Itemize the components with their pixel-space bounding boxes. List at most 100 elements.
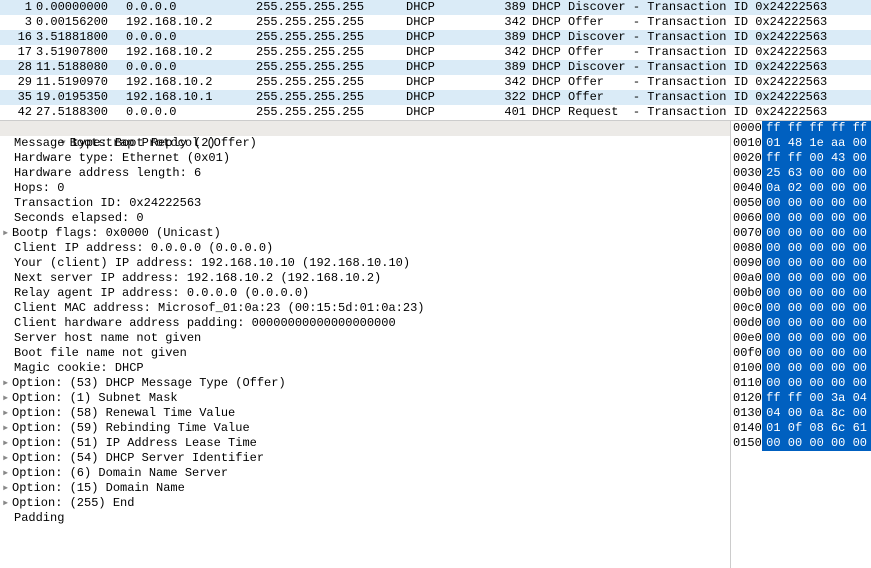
col-protocol: DHCP [406, 30, 486, 45]
packet-row[interactable]: 163.518818000.0.0.0255.255.255.255DHCP38… [0, 30, 871, 45]
tree-line[interactable]: ▸Option: (15) Domain Name [0, 481, 730, 496]
hex-offset: 0070 [731, 226, 762, 241]
expand-icon[interactable]: ▸ [2, 226, 12, 241]
packet-row[interactable]: 2911.5190970192.168.10.2255.255.255.255D… [0, 75, 871, 90]
tree-line[interactable]: ▸Option: (58) Renewal Time Value [0, 406, 730, 421]
col-time: 3.51881800 [32, 30, 126, 45]
tree-line[interactable]: Hops: 0 [0, 181, 730, 196]
hex-row[interactable]: 001001 48 1e aa 00 [731, 136, 871, 151]
col-protocol: DHCP [406, 15, 486, 30]
col-destination: 255.255.255.255 [256, 90, 406, 105]
tree-line[interactable]: Next server IP address: 192.168.10.2 (19… [0, 271, 730, 286]
tree-line[interactable]: Relay agent IP address: 0.0.0.0 (0.0.0.0… [0, 286, 730, 301]
hex-offset: 0120 [731, 391, 762, 406]
hex-offset: 00c0 [731, 301, 762, 316]
packet-row[interactable]: 10.000000000.0.0.0255.255.255.255DHCP389… [0, 0, 871, 15]
tree-root-bootstrap[interactable]: ▾Bootstrap Protocol (Offer) [0, 121, 730, 136]
col-destination: 255.255.255.255 [256, 30, 406, 45]
expand-icon[interactable]: ▸ [2, 451, 12, 466]
col-info: DHCP Offer - Transaction ID 0x24222563 [526, 45, 869, 60]
packet-list-pane[interactable]: 10.000000000.0.0.0255.255.255.255DHCP389… [0, 0, 871, 121]
expand-icon[interactable]: ▸ [2, 391, 12, 406]
expand-icon[interactable]: ▸ [2, 436, 12, 451]
tree-line[interactable]: ▸Option: (255) End [0, 496, 730, 511]
tree-text: Transaction ID: 0x24222563 [14, 196, 201, 210]
hex-row[interactable]: 007000 00 00 00 00 [731, 226, 871, 241]
hex-row[interactable]: 00e000 00 00 00 00 [731, 331, 871, 346]
tree-line[interactable]: ▸Option: (1) Subnet Mask [0, 391, 730, 406]
expand-icon[interactable]: ▸ [2, 496, 12, 511]
hex-row[interactable]: 014001 0f 08 6c 61 [731, 421, 871, 436]
hex-dump-pane[interactable]: 0000ff ff ff ff ff001001 48 1e aa 000020… [731, 121, 871, 568]
expand-icon[interactable]: ▸ [2, 376, 12, 391]
col-source: 0.0.0.0 [126, 30, 256, 45]
tree-line[interactable]: ▸Option: (53) DHCP Message Type (Offer) [0, 376, 730, 391]
col-destination: 255.255.255.255 [256, 45, 406, 60]
hex-row[interactable]: 003025 63 00 00 00 [731, 166, 871, 181]
col-time: 0.00156200 [32, 15, 126, 30]
expand-icon[interactable]: ▸ [2, 406, 12, 421]
hex-row[interactable]: 015000 00 00 00 00 [731, 436, 871, 451]
hex-bytes: 01 48 1e aa 00 [762, 136, 871, 151]
tree-line[interactable]: Hardware address length: 6 [0, 166, 730, 181]
tree-text: Hardware address length: 6 [14, 166, 201, 180]
hex-row[interactable]: 00f000 00 00 00 00 [731, 346, 871, 361]
hex-offset: 00d0 [731, 316, 762, 331]
tree-line[interactable]: ▸Option: (59) Rebinding Time Value [0, 421, 730, 436]
tree-line[interactable]: Magic cookie: DHCP [0, 361, 730, 376]
lower-panes: ▾Bootstrap Protocol (Offer) Message type… [0, 121, 871, 568]
hex-row[interactable]: 005000 00 00 00 00 [731, 196, 871, 211]
hex-row[interactable]: 0120ff ff 00 3a 04 [731, 391, 871, 406]
col-protocol: DHCP [406, 0, 486, 15]
hex-row[interactable]: 00b000 00 00 00 00 [731, 286, 871, 301]
hex-row[interactable]: 008000 00 00 00 00 [731, 241, 871, 256]
hex-offset: 0050 [731, 196, 762, 211]
tree-line[interactable]: Hardware type: Ethernet (0x01) [0, 151, 730, 166]
hex-bytes: 04 00 0a 8c 00 [762, 406, 871, 421]
packet-row[interactable]: 3519.0195350192.168.10.1255.255.255.255D… [0, 90, 871, 105]
hex-row[interactable]: 0000ff ff ff ff ff [731, 121, 871, 136]
col-info: DHCP Offer - Transaction ID 0x24222563 [526, 90, 869, 105]
tree-line[interactable]: Boot file name not given [0, 346, 730, 361]
expand-icon[interactable]: ▸ [2, 481, 12, 496]
hex-row[interactable]: 00c000 00 00 00 00 [731, 301, 871, 316]
hex-offset: 0080 [731, 241, 762, 256]
tree-line[interactable]: Padding [0, 511, 730, 526]
hex-offset: 0100 [731, 361, 762, 376]
packet-row[interactable]: 2811.51880800.0.0.0255.255.255.255DHCP38… [0, 60, 871, 75]
hex-row[interactable]: 011000 00 00 00 00 [731, 376, 871, 391]
tree-line[interactable]: ▸Option: (6) Domain Name Server [0, 466, 730, 481]
tree-line[interactable]: Client MAC address: Microsof_01:0a:23 (0… [0, 301, 730, 316]
hex-row[interactable]: 00d000 00 00 00 00 [731, 316, 871, 331]
tree-line[interactable]: Message type: Boot Reply (2) [0, 136, 730, 151]
packet-row[interactable]: 30.00156200192.168.10.2255.255.255.255DH… [0, 15, 871, 30]
tree-line[interactable]: Transaction ID: 0x24222563 [0, 196, 730, 211]
tree-text: Hardware type: Ethernet (0x01) [14, 151, 230, 165]
tree-line[interactable]: ▸Option: (54) DHCP Server Identifier [0, 451, 730, 466]
hex-row[interactable]: 00400a 02 00 00 00 [731, 181, 871, 196]
hex-offset: 0140 [731, 421, 762, 436]
hex-row[interactable]: 013004 00 0a 8c 00 [731, 406, 871, 421]
tree-text: Option: (6) Domain Name Server [12, 466, 228, 480]
expand-icon[interactable]: ▸ [2, 466, 12, 481]
hex-bytes: 00 00 00 00 00 [762, 271, 871, 286]
col-source: 192.168.10.1 [126, 90, 256, 105]
packet-row[interactable]: 4227.51883000.0.0.0255.255.255.255DHCP40… [0, 105, 871, 120]
tree-line[interactable]: ▸Option: (51) IP Address Lease Time [0, 436, 730, 451]
hex-row[interactable]: 010000 00 00 00 00 [731, 361, 871, 376]
packet-row[interactable]: 173.51907800192.168.10.2255.255.255.255D… [0, 45, 871, 60]
packet-details-pane[interactable]: ▾Bootstrap Protocol (Offer) Message type… [0, 121, 731, 568]
tree-line[interactable]: Server host name not given [0, 331, 730, 346]
col-info: DHCP Discover - Transaction ID 0x2422256… [526, 60, 869, 75]
tree-line[interactable]: Client hardware address padding: 0000000… [0, 316, 730, 331]
hex-row[interactable]: 0020ff ff 00 43 00 [731, 151, 871, 166]
tree-line[interactable]: Client IP address: 0.0.0.0 (0.0.0.0) [0, 241, 730, 256]
hex-row[interactable]: 009000 00 00 00 00 [731, 256, 871, 271]
tree-line[interactable]: ▸Bootp flags: 0x0000 (Unicast) [0, 226, 730, 241]
tree-line[interactable]: Seconds elapsed: 0 [0, 211, 730, 226]
hex-row[interactable]: 00a000 00 00 00 00 [731, 271, 871, 286]
hex-offset: 0060 [731, 211, 762, 226]
expand-icon[interactable]: ▸ [2, 421, 12, 436]
hex-row[interactable]: 006000 00 00 00 00 [731, 211, 871, 226]
tree-line[interactable]: Your (client) IP address: 192.168.10.10 … [0, 256, 730, 271]
